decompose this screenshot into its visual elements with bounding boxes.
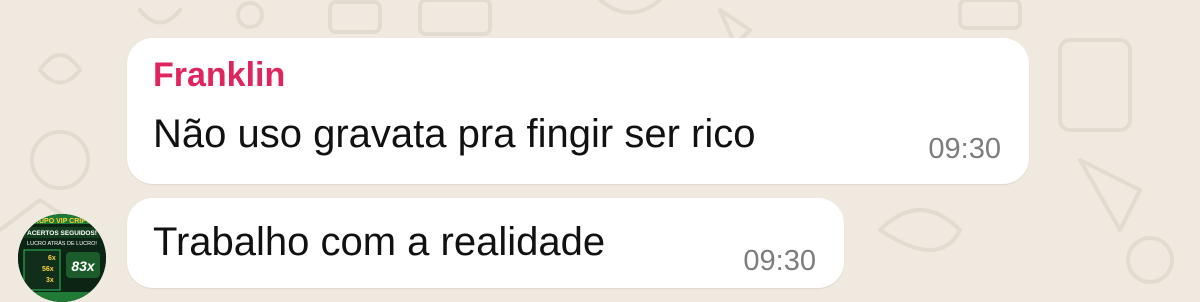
message-time: 09:30 [743,245,816,277]
avatar-text-3x: 3x [46,277,54,284]
avatar-text-56x: 56x [42,266,54,273]
avatar[interactable]: GRUPO VIP CRIPTO ACERTOS SEGUIDOS! LUCRO… [18,214,106,302]
avatar-text-profit: LUCRO ATRÁS DE LUCRO! [27,240,97,247]
message-time: 09:30 [928,133,1001,165]
message-text: Trabalho com a realidade [153,220,606,264]
avatar-image: GRUPO VIP CRIPTO ACERTOS SEGUIDOS! LUCRO… [18,214,106,302]
avatar-text-hits: ACERTOS SEGUIDOS! [27,230,97,237]
message-bubble[interactable]: Franklin Não uso gravata pra fingir ser … [127,38,1029,184]
avatar-text-83x: 83x [71,258,96,274]
message-bubble[interactable]: Trabalho com a realidade 09:30 [127,198,844,288]
avatar-text-6x: 6x [48,255,56,262]
sender-name: Franklin [153,56,286,94]
message-text: Não uso gravata pra fingir ser rico [153,112,756,156]
